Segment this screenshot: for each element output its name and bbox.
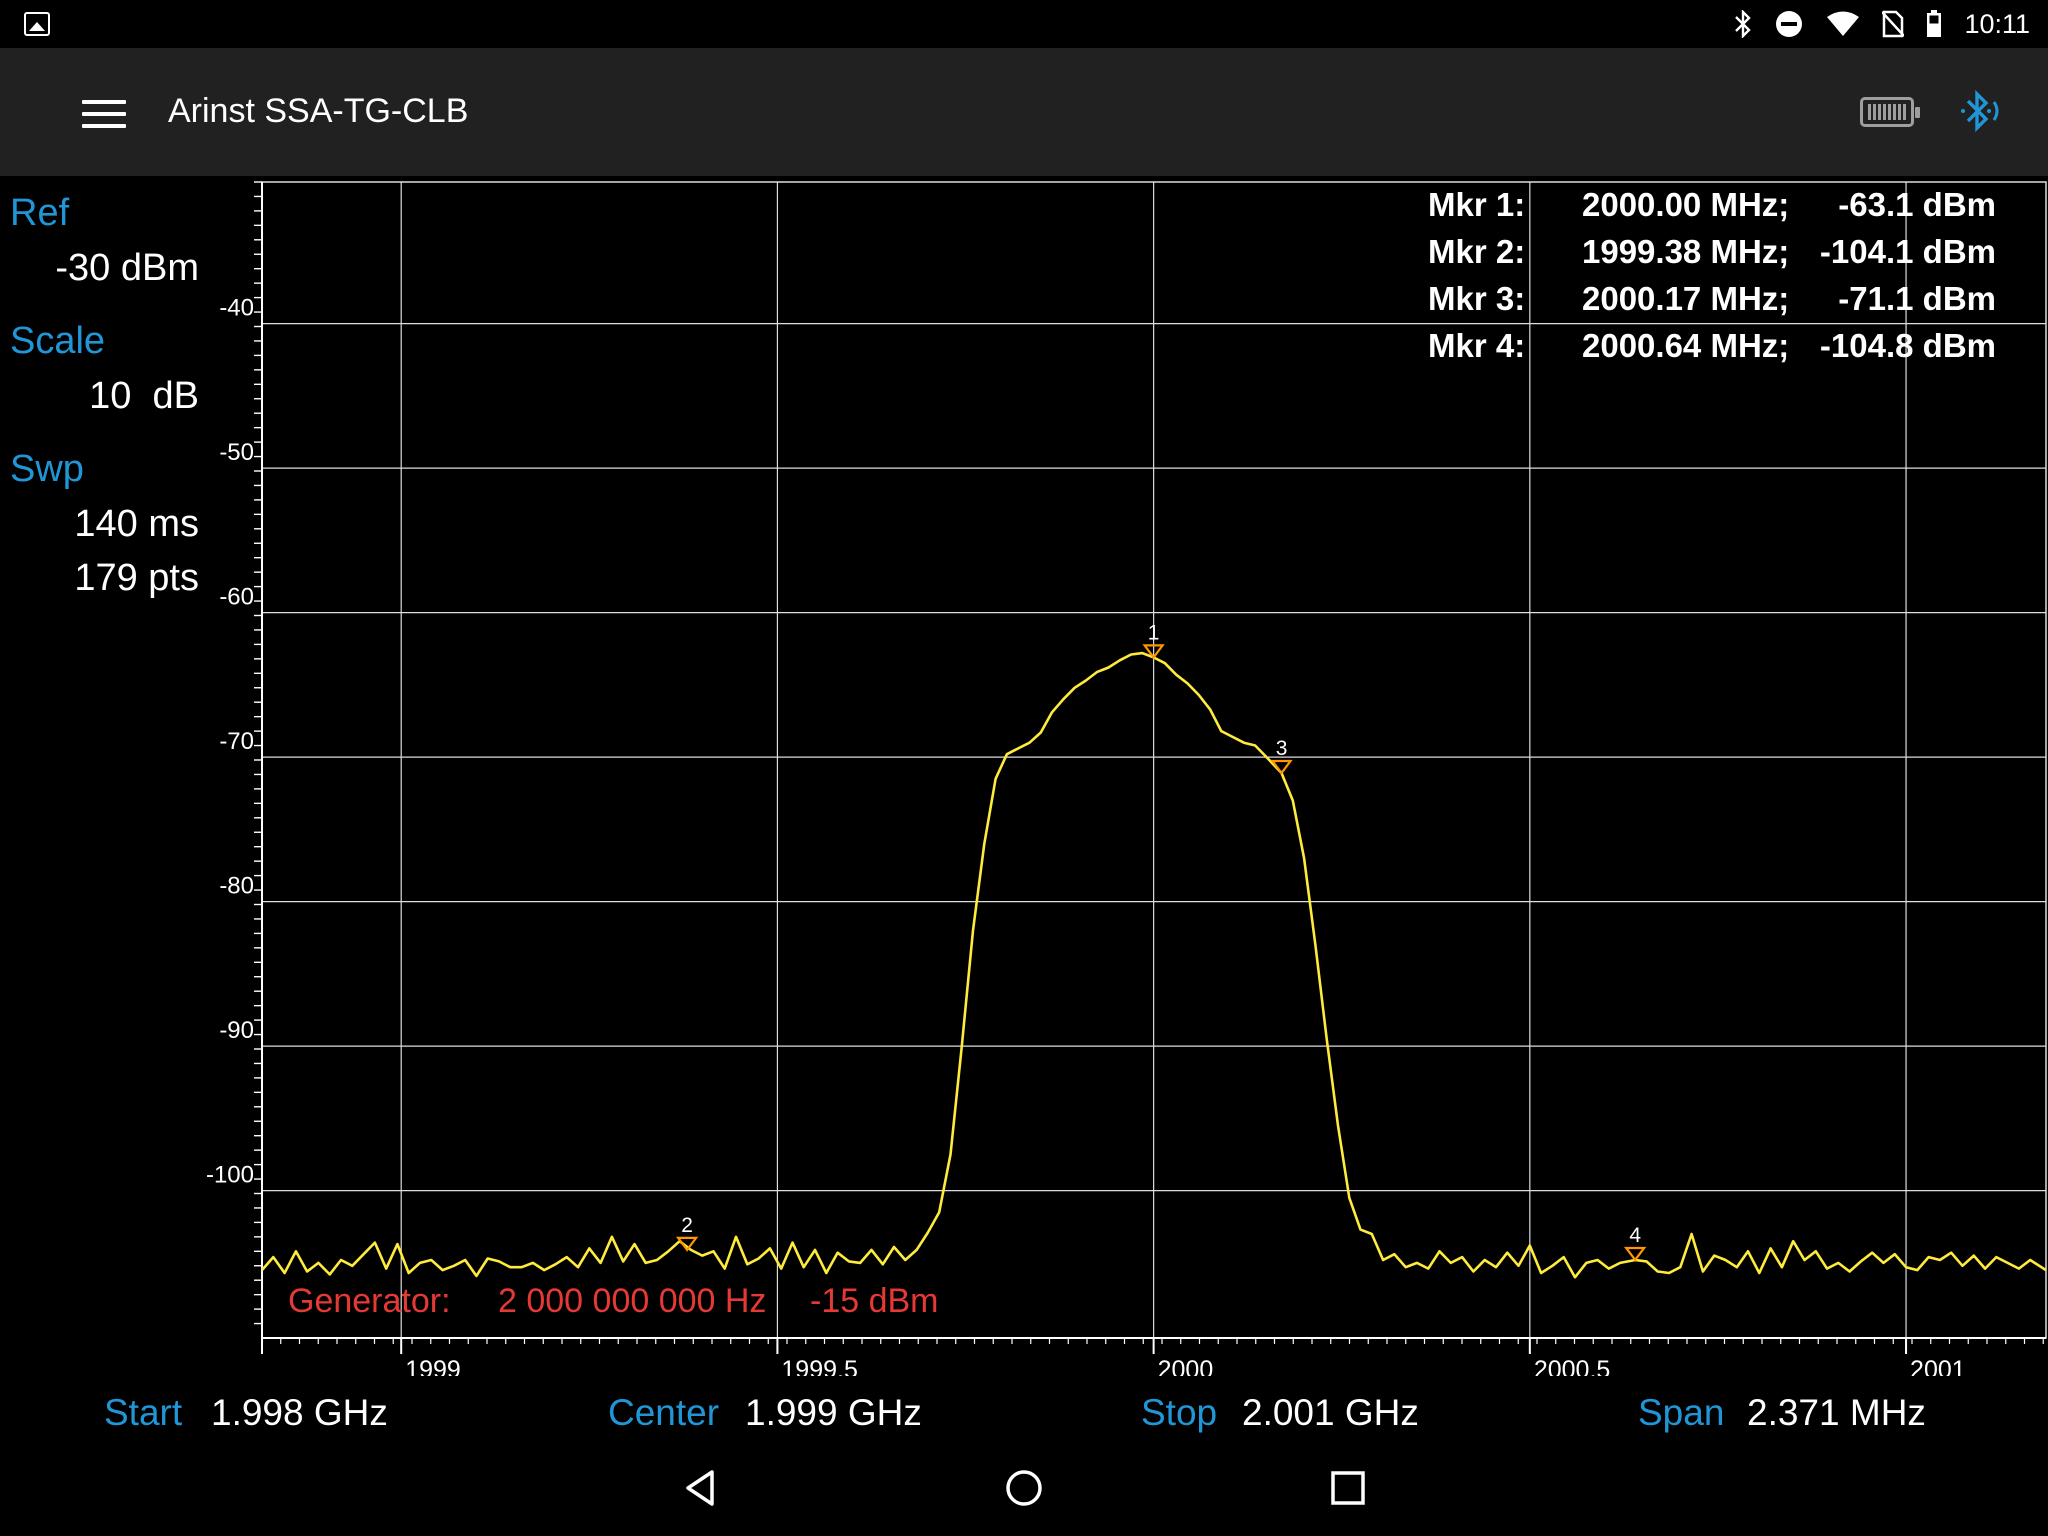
x-tick-label: 1999.5 <box>781 1356 857 1376</box>
marker-2-triangle[interactable] <box>675 1236 699 1252</box>
device-battery-icon <box>1860 97 1920 127</box>
marker-level: -104.1 dBm <box>1819 233 1996 270</box>
menu-icon[interactable] <box>82 100 126 130</box>
marker-frequency: 1999.38 MHz; <box>1582 233 1790 270</box>
marker-1-number: 1 <box>1148 621 1160 644</box>
marker-frequency: 2000.64 MHz; <box>1582 327 1790 364</box>
no-sim-icon <box>1882 10 1905 38</box>
y-tick-label: -100 <box>206 1162 254 1189</box>
recents-icon[interactable] <box>1330 1470 1366 1506</box>
marker-level: -71.1 dBm <box>1838 280 1996 317</box>
center-label[interactable]: Center <box>608 1392 719 1434</box>
battery-icon <box>1927 10 1942 37</box>
marker-2-number: 2 <box>681 1214 693 1237</box>
status-icons: 10:11 <box>1734 0 2030 48</box>
y-tick-label: -40 <box>219 295 254 322</box>
x-tick-label: 2000.5 <box>1534 1356 1610 1376</box>
gallery-icon <box>24 12 50 36</box>
marker-4-number: 4 <box>1629 1224 1641 1247</box>
span-value[interactable]: 2.371 MHz <box>1747 1392 1926 1434</box>
y-tick-label: -70 <box>219 728 254 755</box>
bluetooth-icon <box>1735 10 1752 38</box>
stop-label[interactable]: Stop <box>1141 1392 1217 1434</box>
stop-value[interactable]: 2.001 GHz <box>1242 1392 1419 1434</box>
bluetooth-connected-icon[interactable] <box>1956 88 2008 138</box>
home-icon[interactable] <box>1004 1468 1044 1508</box>
marker-label: Mkr 4: <box>1428 327 1526 364</box>
marker-4-triangle[interactable] <box>1623 1246 1647 1262</box>
clock: 10:11 <box>1964 8 2030 39</box>
generator-label: Generator: <box>288 1282 451 1320</box>
back-icon[interactable] <box>680 1468 720 1508</box>
y-tick-label: -80 <box>219 873 254 900</box>
app-title: Arinst SSA-TG-CLB <box>168 92 469 130</box>
marker-label: Mkr 1: <box>1428 186 1526 223</box>
generator-level: -15 dBm <box>810 1282 939 1320</box>
do-not-disturb-icon <box>1776 11 1803 37</box>
start-value[interactable]: 1.998 GHz <box>211 1392 388 1434</box>
marker-level: -63.1 dBm <box>1838 186 1996 223</box>
marker-3-number: 3 <box>1276 737 1288 760</box>
x-tick-label: 2001 <box>1910 1356 1966 1376</box>
start-label[interactable]: Start <box>104 1392 182 1434</box>
marker-frequency: 2000.17 MHz; <box>1582 280 1790 317</box>
center-value[interactable]: 1.999 GHz <box>745 1392 922 1434</box>
generator-frequency: 2 000 000 000 Hz <box>498 1282 767 1320</box>
status-bar: 10:11 <box>0 0 2048 48</box>
x-tick-label: 1999 <box>405 1356 461 1376</box>
marker-label: Mkr 3: <box>1428 280 1526 317</box>
y-tick-label: -60 <box>219 584 254 611</box>
marker-level: -104.8 dBm <box>1819 327 1996 364</box>
y-tick-label: -90 <box>219 1017 254 1044</box>
span-label[interactable]: Span <box>1638 1392 1724 1434</box>
y-tick-label: -50 <box>219 439 254 466</box>
marker-frequency: 2000.00 MHz; <box>1582 186 1790 223</box>
x-tick-label: 2000 <box>1158 1356 1214 1376</box>
wifi-icon <box>1827 11 1860 36</box>
marker-label: Mkr 2: <box>1428 233 1526 270</box>
